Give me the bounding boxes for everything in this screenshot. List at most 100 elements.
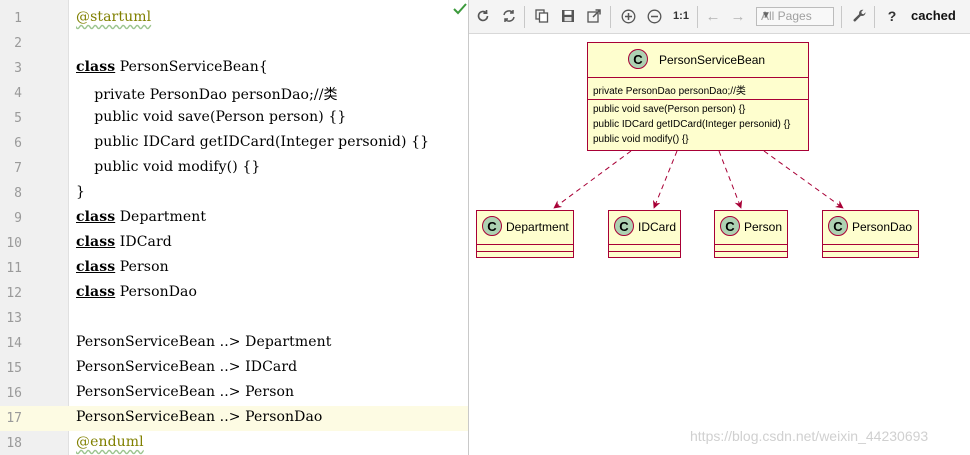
class-c-icon: C xyxy=(482,216,502,236)
code-rest: PersonDao xyxy=(115,284,198,300)
class-divider xyxy=(609,244,680,245)
class-personservicebean[interactable]: C PersonServiceBean private PersonDao pe… xyxy=(587,42,809,151)
save-icon[interactable] xyxy=(559,7,577,25)
code-rest: Person xyxy=(115,259,169,275)
class-method: public void modify() {} xyxy=(593,134,689,145)
line-number: 10 xyxy=(6,236,22,251)
class-name: Person xyxy=(744,220,783,234)
class-c-icon: C xyxy=(628,49,648,69)
export-icon[interactable] xyxy=(585,7,603,25)
code-text: public void save(Person person) {} xyxy=(76,109,347,125)
class-divider xyxy=(823,251,918,252)
editor-line[interactable]: 8} xyxy=(0,181,468,206)
editor-line[interactable]: 16 PersonServiceBean ..> Person xyxy=(0,381,468,406)
dependency-arrow-person xyxy=(718,150,743,209)
dependency-arrow-department xyxy=(553,150,632,209)
class-divider xyxy=(588,77,808,78)
editor-line[interactable]: 18 @enduml xyxy=(0,431,468,455)
line-number: 14 xyxy=(6,336,22,351)
class-method: public void save(Person person) {} xyxy=(593,104,746,115)
chevron-down-icon: ▼ xyxy=(761,10,771,21)
line-number: 12 xyxy=(6,286,22,301)
wrench-icon[interactable] xyxy=(850,7,868,25)
line-number: 6 xyxy=(14,136,22,151)
keyword: class xyxy=(76,209,116,225)
toolbar-separator xyxy=(874,6,875,28)
line-number: 1 xyxy=(14,11,22,26)
class-idcard[interactable]: C IDCard xyxy=(608,210,681,258)
editor-line[interactable]: 14 PersonServiceBean ..> Department xyxy=(0,331,468,356)
class-department[interactable]: C Department xyxy=(476,210,574,258)
class-person[interactable]: C Person xyxy=(714,210,788,258)
code-text: PersonServiceBean ..> IDCard xyxy=(76,359,298,375)
line-number: 11 xyxy=(6,261,22,276)
code-text: PersonServiceBean ..> PersonDao xyxy=(76,409,323,425)
class-field: private PersonDao personDao;//类 xyxy=(593,86,746,97)
code-text: @startuml xyxy=(76,9,152,25)
uml-diagram: C PersonServiceBean private PersonDao pe… xyxy=(471,34,929,266)
editor-line[interactable]: 7 public void modify() {} xyxy=(0,156,468,181)
reload-icon[interactable] xyxy=(500,7,518,25)
arrow-right-icon[interactable]: → xyxy=(729,7,747,25)
class-c-icon: C xyxy=(720,216,740,236)
editor-line[interactable]: 1 @startuml xyxy=(0,6,468,31)
line-number: 17 xyxy=(6,411,22,426)
editor-line[interactable]: 10 class IDCard xyxy=(0,231,468,256)
class-method: public IDCard getIDCard(Integer personid… xyxy=(593,119,791,130)
class-divider xyxy=(477,244,573,245)
zoom-out-icon[interactable] xyxy=(645,7,663,25)
class-name: PersonServiceBean xyxy=(659,53,766,67)
editor-line[interactable]: 9 class Department xyxy=(0,206,468,231)
dependency-arrow-idcard xyxy=(652,150,678,209)
dependency-arrow-persondao xyxy=(763,150,844,209)
editor-line[interactable]: 5 public void save(Person person) {} xyxy=(0,106,468,131)
class-divider xyxy=(609,251,680,252)
editor-line[interactable]: 3 class PersonServiceBean{ xyxy=(0,56,468,81)
copy-icon[interactable] xyxy=(533,7,551,25)
class-divider xyxy=(823,244,918,245)
editor-line[interactable]: 15 PersonServiceBean ..> IDCard xyxy=(0,356,468,381)
line-number: 13 xyxy=(6,311,22,326)
editor-line[interactable]: 4 private PersonDao personDao;//类 xyxy=(0,81,468,106)
class-persondao[interactable]: C PersonDao xyxy=(822,210,919,258)
code-text: public void modify() {} xyxy=(76,159,261,175)
class-divider xyxy=(477,251,573,252)
arrow-left-icon[interactable]: ← xyxy=(704,7,722,25)
code-text: } xyxy=(76,184,86,200)
toolbar-separator xyxy=(697,6,698,28)
code-text: class Person xyxy=(76,259,169,275)
class-c-icon: C xyxy=(828,216,848,236)
toolbar-separator xyxy=(610,6,611,28)
code-editor[interactable]: 1 @startuml 2 3 class PersonServiceBean{4 pr… xyxy=(0,0,469,455)
line-number: 16 xyxy=(6,386,22,401)
zoom-in-icon[interactable] xyxy=(619,7,637,25)
code-text: @enduml xyxy=(76,434,144,450)
line-number: 7 xyxy=(14,161,22,176)
watermark: https://blog.csdn.net/weixin_44230693 xyxy=(690,428,929,444)
refresh-icon[interactable] xyxy=(474,7,492,25)
code-text: class PersonDao xyxy=(76,284,197,300)
class-name: IDCard xyxy=(638,220,677,234)
help-icon[interactable]: ? xyxy=(883,7,901,25)
actual-size-button[interactable]: 1:1 xyxy=(670,7,692,25)
line-number: 3 xyxy=(14,61,22,76)
line-number: 15 xyxy=(6,361,22,376)
line-number: 4 xyxy=(14,86,22,101)
code-rest: PersonServiceBean{ xyxy=(115,59,268,75)
editor-line[interactable]: 2 xyxy=(0,31,468,56)
line-number: 18 xyxy=(6,436,22,451)
line-number: 8 xyxy=(14,186,22,201)
editor-line[interactable]: 6 public IDCard getIDCard(Integer person… xyxy=(0,131,468,156)
editor-line[interactable]: 11 class Person xyxy=(0,256,468,281)
editor-line[interactable]: 17 PersonServiceBean ..> PersonDao xyxy=(0,406,468,431)
class-divider xyxy=(588,99,808,100)
pages-select[interactable]: All Pages ▼ xyxy=(756,7,834,26)
editor-line[interactable]: 13 xyxy=(0,306,468,331)
line-number: 2 xyxy=(14,36,22,51)
code-rest: IDCard xyxy=(115,234,172,250)
keyword: class xyxy=(76,284,116,300)
code-text: class Department xyxy=(76,209,206,225)
class-divider xyxy=(715,251,787,252)
editor-line[interactable]: 12 class PersonDao xyxy=(0,281,468,306)
code-text: PersonServiceBean ..> Department xyxy=(76,334,332,350)
